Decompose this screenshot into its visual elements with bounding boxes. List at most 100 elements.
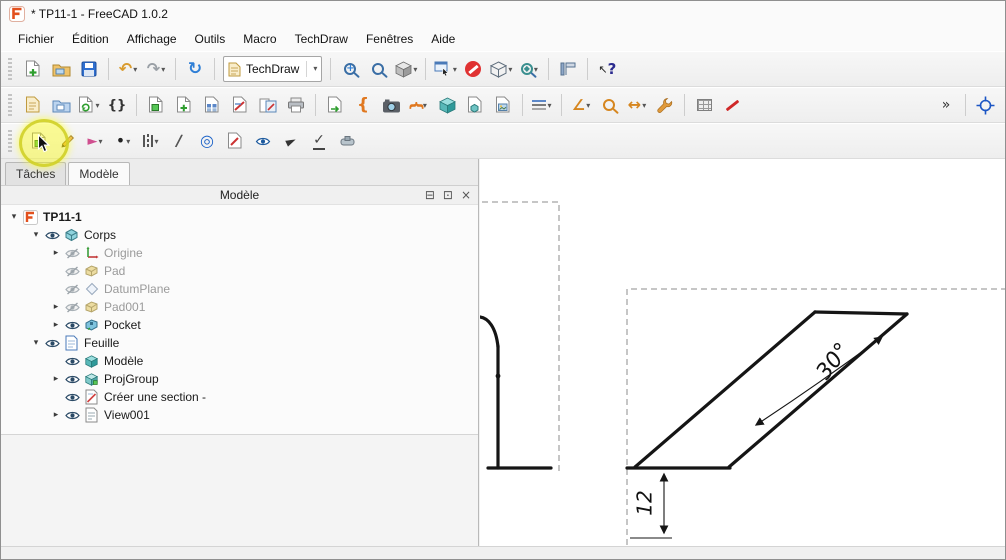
cosmetic-vertex-button[interactable]: •▾: [110, 128, 136, 154]
zoom-fit-all-button[interactable]: +: [337, 56, 363, 82]
draw-style-button[interactable]: ▾: [488, 56, 514, 82]
whats-this-button[interactable]: ↖?: [594, 56, 620, 82]
toolbar-handle[interactable]: [8, 58, 12, 80]
annotation-button[interactable]: [222, 128, 248, 154]
menu-fichier[interactable]: Fichier: [9, 29, 63, 49]
line-attributes-button[interactable]: ▾: [529, 92, 555, 118]
tree-item-feuille[interactable]: ▾ Feuille: [1, 334, 478, 352]
tree-item-datumplane[interactable]: DatumPlane: [1, 280, 478, 298]
height-dimension-label[interactable]: 12: [633, 490, 657, 515]
insert-active-view-button[interactable]: [143, 92, 169, 118]
center-mark-button[interactable]: ◎: [194, 128, 220, 154]
model-tree[interactable]: ▾ TP11-1 ▾ Corps ▸ Origine Pad: [1, 205, 478, 435]
angle-dimension-button[interactable]: ∠▾: [568, 92, 594, 118]
expand-arrow-icon[interactable]: ▾: [7, 212, 21, 222]
axonometric-view-button[interactable]: ▾: [393, 56, 419, 82]
expand-arrow-icon[interactable]: ▾: [29, 338, 43, 348]
tree-item-pad001[interactable]: ▸ Pad001: [1, 298, 478, 316]
expand-arrow-icon[interactable]: ▸: [49, 248, 63, 258]
tree-item-label[interactable]: Créer une section -: [104, 390, 206, 404]
tree-item-creer-une-section[interactable]: Créer une section -: [1, 388, 478, 406]
tree-item-label[interactable]: View001: [104, 408, 150, 422]
projection-group-button[interactable]: [199, 92, 225, 118]
undo-button[interactable]: ↶▾: [115, 56, 141, 82]
surface-finish-button[interactable]: [334, 128, 360, 154]
clip-actions-button[interactable]: {▾: [406, 92, 432, 118]
shape-view-button[interactable]: [462, 92, 488, 118]
image-view-button[interactable]: [490, 92, 516, 118]
menu-fenetres[interactable]: Fenêtres: [357, 29, 422, 49]
tree-item-pocket[interactable]: ▸ Pocket: [1, 316, 478, 334]
dimension-button[interactable]: ↔▾: [624, 92, 650, 118]
stop-navigation-button[interactable]: [460, 56, 486, 82]
zoom-selection-button[interactable]: [365, 56, 391, 82]
section-view-button[interactable]: [227, 92, 253, 118]
tree-item-label[interactable]: Pad: [104, 264, 125, 278]
top-edge[interactable]: [815, 312, 907, 314]
origin-crosshair-button[interactable]: [972, 92, 998, 118]
toolbar-handle[interactable]: [8, 94, 12, 116]
tree-item-view001[interactable]: ▸ View001: [1, 406, 478, 424]
refresh-button[interactable]: ↻: [182, 56, 208, 82]
complex-section-button[interactable]: [255, 92, 281, 118]
clip-group-button[interactable]: {: [350, 92, 376, 118]
cosmetic-line-button[interactable]: /: [166, 128, 192, 154]
tree-item-label[interactable]: DatumPlane: [104, 282, 170, 296]
workbench-dropdown-arrow[interactable]: ▾: [306, 61, 317, 78]
panel-dock-icon[interactable]: ⊟: [425, 188, 435, 202]
save-button[interactable]: [76, 56, 102, 82]
hatch-button[interactable]: [691, 92, 717, 118]
new-page-template-button[interactable]: [48, 92, 74, 118]
tree-item-modele[interactable]: Modèle: [1, 352, 478, 370]
print-button[interactable]: [283, 92, 309, 118]
edit-annotation-button[interactable]: [54, 128, 80, 154]
tree-item-label[interactable]: Feuille: [84, 336, 119, 350]
panel-float-icon[interactable]: ⊡: [443, 188, 453, 202]
panel-close-icon[interactable]: ×: [461, 188, 471, 202]
menu-outils[interactable]: Outils: [186, 29, 235, 49]
template-field-button[interactable]: {}: [104, 92, 130, 118]
menu-affichage[interactable]: Affichage: [118, 29, 186, 49]
toggle-frames-button[interactable]: [250, 128, 276, 154]
expand-arrow-icon[interactable]: ▸: [49, 320, 63, 330]
tab-taches[interactable]: Tâches: [5, 162, 66, 185]
leader-line-button[interactable]: ►: [278, 128, 304, 154]
box-zoom-button[interactable]: ▾: [432, 56, 458, 82]
menu-aide[interactable]: Aide: [422, 29, 464, 49]
expand-arrow-icon[interactable]: ▸: [49, 302, 63, 312]
menu-edition[interactable]: Édition: [63, 29, 118, 49]
slant-edge-2[interactable]: [729, 314, 907, 467]
arrow-style-button[interactable]: ►▾: [82, 128, 108, 154]
detail-view-button[interactable]: [596, 92, 622, 118]
draft-view-button[interactable]: [322, 92, 348, 118]
techdraw-canvas[interactable]: 30° 12: [480, 159, 1005, 546]
expand-arrow-icon[interactable]: ▸: [49, 410, 63, 420]
workbench-selector[interactable]: TechDraw ▾: [223, 56, 322, 82]
projection-cube-button[interactable]: [434, 92, 460, 118]
redraw-page-button[interactable]: ▾: [76, 92, 102, 118]
slant-edge-1[interactable]: [635, 312, 815, 467]
tree-item-projgroup[interactable]: ▸ ProjGroup: [1, 370, 478, 388]
insert-active-view-button-2[interactable]: [26, 128, 52, 154]
insert-view-button[interactable]: [171, 92, 197, 118]
tree-item-label[interactable]: Origine: [104, 246, 143, 260]
tree-item-label[interactable]: Pad001: [104, 300, 145, 314]
toolbar-handle[interactable]: [8, 130, 12, 152]
menu-techdraw[interactable]: TechDraw: [286, 29, 357, 49]
menu-macro[interactable]: Macro: [234, 29, 285, 49]
new-page-default-button[interactable]: [20, 92, 46, 118]
dimension-repair-button[interactable]: [652, 92, 678, 118]
tree-item-tp11-1[interactable]: ▾ TP11-1: [1, 208, 478, 226]
weld-symbol-button[interactable]: ✓: [306, 128, 332, 154]
vertex-dot[interactable]: [496, 374, 501, 379]
tab-modele[interactable]: Modèle: [68, 162, 129, 186]
open-document-button[interactable]: [48, 56, 74, 82]
expand-arrow-icon[interactable]: ▸: [49, 374, 63, 384]
tree-item-label[interactable]: Corps: [84, 228, 116, 242]
new-document-button[interactable]: [20, 56, 46, 82]
expand-arrow-icon[interactable]: ▾: [29, 230, 43, 240]
tree-item-corps[interactable]: ▾ Corps: [1, 226, 478, 244]
insert-image-button[interactable]: [378, 92, 404, 118]
fillet-arc[interactable]: [480, 317, 498, 347]
measure-button[interactable]: [555, 56, 581, 82]
